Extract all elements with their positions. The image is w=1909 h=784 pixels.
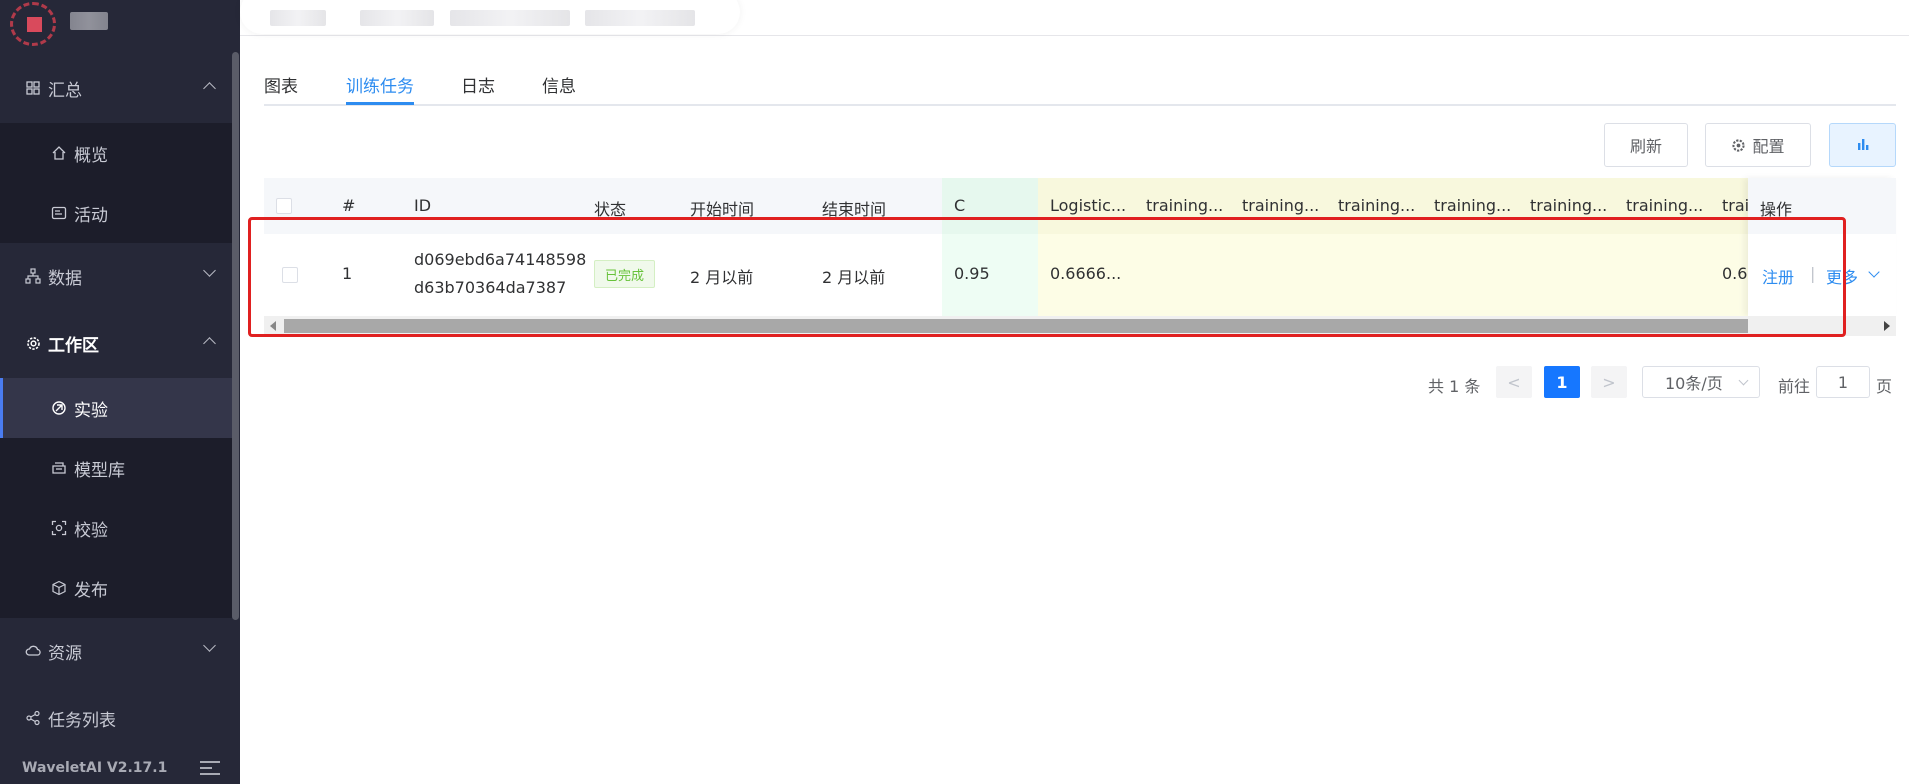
col-header-index: #	[342, 196, 356, 215]
bar-chart-icon	[1856, 136, 1870, 155]
menu-data[interactable]: 数据	[0, 246, 232, 306]
chevron-up-icon	[203, 82, 216, 95]
app-name-blurred	[70, 12, 108, 30]
menu-model-repo-label: 模型库	[74, 460, 125, 481]
menu-publish[interactable]: 发布	[0, 558, 232, 618]
chevron-down-icon	[203, 264, 216, 277]
scan-icon	[50, 519, 68, 537]
menu-data-label: 数据	[48, 268, 82, 289]
menu-validate[interactable]: 校验	[0, 498, 232, 558]
col-header-training-1[interactable]: training...	[1146, 196, 1223, 215]
menu-activity[interactable]: 活动	[0, 183, 232, 243]
goto-page-input[interactable]: 1	[1816, 366, 1870, 398]
menu-summary-label: 汇总	[48, 80, 82, 101]
col-header-logistic[interactable]: Logistic...	[1050, 196, 1126, 215]
chevron-down-icon	[1738, 375, 1749, 386]
col-header-c[interactable]: C	[954, 196, 965, 215]
menu-task-list[interactable]: 任务列表	[0, 688, 232, 748]
page-suffix: 页	[1876, 377, 1893, 396]
menu-summary[interactable]: 汇总	[0, 58, 232, 118]
annotation-highlight-box	[248, 217, 1846, 337]
sitemap-icon	[24, 267, 42, 285]
grid-icon	[24, 79, 42, 97]
share-icon	[24, 709, 42, 727]
gear-icon	[24, 334, 42, 352]
gear-icon	[1731, 138, 1746, 153]
menu-overview[interactable]: 概览	[0, 123, 232, 183]
home-icon	[50, 144, 68, 162]
pagination-next-button[interactable]: >	[1591, 366, 1627, 398]
menu-resource[interactable]: 资源	[0, 621, 232, 681]
chevron-down-icon[interactable]	[1868, 266, 1880, 278]
col-header-id[interactable]: ID	[414, 196, 431, 215]
config-button-label: 配置	[1752, 137, 1785, 156]
col-header-training-4[interactable]: training...	[1434, 196, 1511, 215]
experiment-icon	[50, 399, 68, 417]
menu-activity-label: 活动	[74, 205, 108, 226]
tab-info[interactable]: 信息	[542, 72, 576, 97]
tab-log[interactable]: 日志	[461, 72, 495, 97]
menu-publish-label: 发布	[74, 580, 108, 601]
chevron-up-icon	[203, 337, 216, 350]
select-all-checkbox[interactable]	[276, 198, 292, 214]
menu-resource-label: 资源	[48, 643, 82, 664]
col-header-training-3[interactable]: training...	[1338, 196, 1415, 215]
menu-task-list-label: 任务列表	[48, 710, 116, 731]
config-button[interactable]: 配置	[1705, 123, 1811, 167]
app-root: 汇总 概览 活动 数据 工作区 实验 模型库 校验 发布 资源 任务列表 Wav…	[0, 0, 1909, 784]
cloud-icon	[24, 642, 42, 660]
chart-view-button[interactable]	[1829, 123, 1896, 167]
active-tab-indicator	[346, 102, 414, 105]
col-header-training-5[interactable]: training...	[1530, 196, 1607, 215]
sidebar-scrollbar[interactable]	[232, 52, 239, 620]
page-size-select[interactable]: 10条/页	[1642, 366, 1760, 398]
scroll-right-arrow-icon[interactable]	[1884, 321, 1890, 331]
pagination-prev-button[interactable]: <	[1496, 366, 1532, 398]
refresh-button-label: 刷新	[1629, 137, 1662, 156]
model-repo-icon	[50, 459, 68, 477]
pagination-page-1[interactable]: 1	[1544, 366, 1580, 398]
sidebar: 汇总 概览 活动 数据 工作区 实验 模型库 校验 发布 资源 任务列表 Wav…	[0, 0, 240, 784]
col-header-trai[interactable]: trai	[1722, 196, 1749, 215]
tab-training-tasks[interactable]: 训练任务	[346, 72, 414, 97]
page-size-value: 10条/页	[1665, 374, 1723, 393]
menu-experiment[interactable]: 实验	[0, 378, 232, 438]
pagination-total: 共 1 条	[1428, 377, 1481, 396]
menu-model-repo[interactable]: 模型库	[0, 438, 232, 498]
breadcrumb	[240, 0, 740, 34]
version-label: WaveletAI V2.17.1	[22, 760, 168, 776]
collapse-menu-icon[interactable]	[200, 760, 220, 776]
logo	[10, 2, 58, 46]
box-icon	[50, 579, 68, 597]
menu-overview-label: 概览	[74, 145, 108, 166]
menu-workspace-label: 工作区	[48, 335, 99, 356]
tab-bar: 图表 训练任务 日志 信息	[264, 60, 1896, 106]
topbar	[240, 0, 1909, 36]
menu-workspace[interactable]: 工作区	[0, 313, 232, 373]
menu-experiment-label: 实验	[74, 400, 108, 421]
refresh-button[interactable]: 刷新	[1604, 123, 1688, 167]
chevron-down-icon	[203, 639, 216, 652]
goto-label: 前往	[1778, 377, 1811, 396]
activity-icon	[50, 204, 68, 222]
col-header-training-6[interactable]: training...	[1626, 196, 1703, 215]
menu-validate-label: 校验	[74, 520, 108, 541]
tab-chart[interactable]: 图表	[264, 72, 298, 97]
col-header-training-2[interactable]: training...	[1242, 196, 1319, 215]
